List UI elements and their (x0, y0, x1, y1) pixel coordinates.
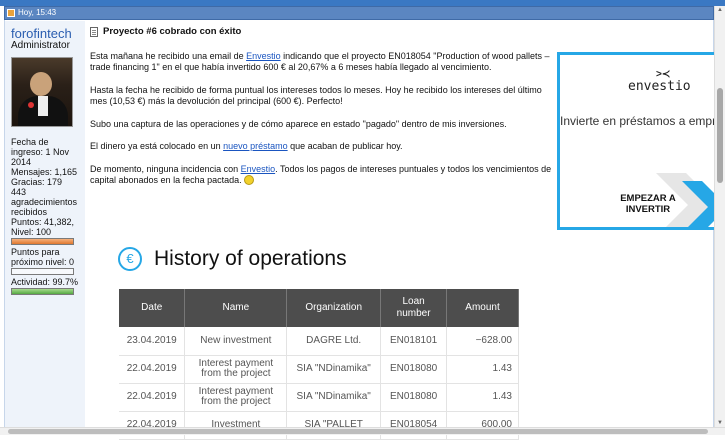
post-title-text: Proyecto #6 cobrado con éxito (103, 26, 242, 37)
new-loan-link[interactable]: nuevo préstamo (223, 141, 288, 151)
cell-organization: DAGRE Ltd. (286, 327, 382, 356)
avatar-flower (28, 102, 34, 108)
vertical-scroll-thumb[interactable] (717, 88, 723, 183)
envestio-logo: envestio (628, 79, 691, 94)
cell-name: Interest payment from the project (184, 355, 288, 384)
activity-percent: Actividad: 99.7% (11, 277, 79, 287)
paragraph-4-text-a: El dinero ya está colocado en un (90, 141, 224, 151)
column-date: Date (119, 289, 186, 327)
euro-icon: € (118, 247, 142, 271)
envestio-link-1[interactable]: Envestio (246, 51, 281, 61)
paragraph-3: Subo una captura de las operaciones y de… (90, 118, 507, 129)
cell-name: Interest payment from the project (184, 383, 288, 412)
cell-date: 23.04.2019 (119, 327, 186, 356)
user-role: Administrator (11, 40, 70, 51)
cell-organization: SIA "NDinamika" (286, 383, 382, 412)
table-row: 23.04.2019 New investment DAGRE Ltd. EN0… (119, 327, 519, 356)
paragraph-5-text-a: De momento, ninguna incidencia con (90, 163, 241, 174)
column-amount: Amount (446, 289, 519, 327)
envestio-link-2[interactable]: Envestio (241, 164, 276, 174)
column-loan-number: Loan number (380, 289, 448, 327)
cell-date: 22.04.2019 (119, 355, 186, 384)
message-count: Mensajes: 1,165 (11, 167, 78, 177)
username-link[interactable]: forofintech (11, 26, 79, 41)
table-row: 22.04.2019 Interest payment from the pro… (119, 383, 519, 412)
activity-progress-bar (11, 288, 74, 295)
paragraph-4-text-b: que acaban de publicar hoy. (287, 141, 403, 151)
post-title: Proyecto #6 cobrado con éxito (90, 26, 555, 38)
next-level-progress-bar (11, 268, 74, 275)
cell-organization: SIA "NDinamika" (286, 355, 382, 384)
paragraph-5: De momento, ninguna incidencia con Enves… (90, 164, 555, 187)
thanks-received: 443 agradecimientos recibidos (11, 187, 78, 217)
cell-name: New investment (184, 327, 288, 356)
post-icon (7, 9, 15, 17)
post-content: Proyecto #6 cobrado con éxito Esta mañan… (90, 26, 555, 198)
vertical-scrollbar[interactable]: ▲ ▼ (714, 6, 725, 427)
join-date: Fecha de ingreso: 1 Nov 2014 (11, 137, 70, 167)
table-row: 22.04.2019 Interest payment from the pro… (119, 355, 519, 384)
cell-amount: −628.00 (446, 327, 519, 356)
column-organization: Organization (286, 289, 382, 327)
operations-table: Date Name Organization Loan number Amoun… (119, 289, 519, 440)
paragraph-4: El dinero ya está colocado en un nuevo p… (90, 141, 555, 153)
avatar-face (30, 72, 52, 96)
envestio-ad-banner[interactable]: >≺ envestio Invierte en préstamos a empr… (557, 52, 725, 230)
cell-amount: 1.43 (446, 355, 519, 384)
next-level-points: Puntos para próximo nivel: 0 (11, 247, 75, 267)
thanks-count: Gracias: 179 (11, 177, 63, 187)
operations-header-row: Date Name Organization Loan number Amoun… (119, 289, 519, 327)
avatar[interactable] (11, 57, 73, 127)
start-investing-button[interactable]: EMPEZAR A INVERTIR (615, 193, 681, 215)
paragraph-1-text-a: Esta mañana he recibido una email de (90, 50, 247, 61)
horizontal-scrollbar[interactable] (0, 427, 725, 435)
ad-tagline: Invierte en préstamos a empresas y consi… (560, 114, 722, 128)
avatar-shirt (38, 96, 48, 116)
horizontal-scroll-thumb[interactable] (8, 429, 708, 434)
cell-loan-number: EN018080 (380, 383, 448, 412)
points-level: Puntos: 41,382, Nivel: 100 (11, 217, 75, 237)
cell-loan-number: EN018101 (380, 327, 448, 356)
history-title: History of operations (154, 247, 347, 270)
column-name: Name (184, 289, 288, 327)
cell-loan-number: EN018080 (380, 355, 448, 384)
paragraph-2: Hasta la fecha he recibido de forma punt… (90, 84, 542, 107)
history-header: € History of operations (118, 247, 347, 271)
scroll-down-arrow-icon[interactable]: ▼ (717, 420, 723, 426)
document-icon (90, 26, 98, 37)
post-header-bar: Hoy, 15:43 (4, 6, 714, 20)
post-timestamp: Hoy, 15:43 (18, 8, 57, 17)
smiley-icon (244, 175, 255, 185)
cell-date: 22.04.2019 (119, 383, 186, 412)
user-sidebar: forofintech Administrator Fecha de ingre… (5, 21, 85, 428)
cell-amount: 1.43 (446, 383, 519, 412)
paragraph-1: Esta mañana he recibido una email de Env… (90, 51, 555, 74)
scroll-up-arrow-icon[interactable]: ▲ (717, 7, 723, 13)
level-progress-bar (11, 238, 74, 245)
